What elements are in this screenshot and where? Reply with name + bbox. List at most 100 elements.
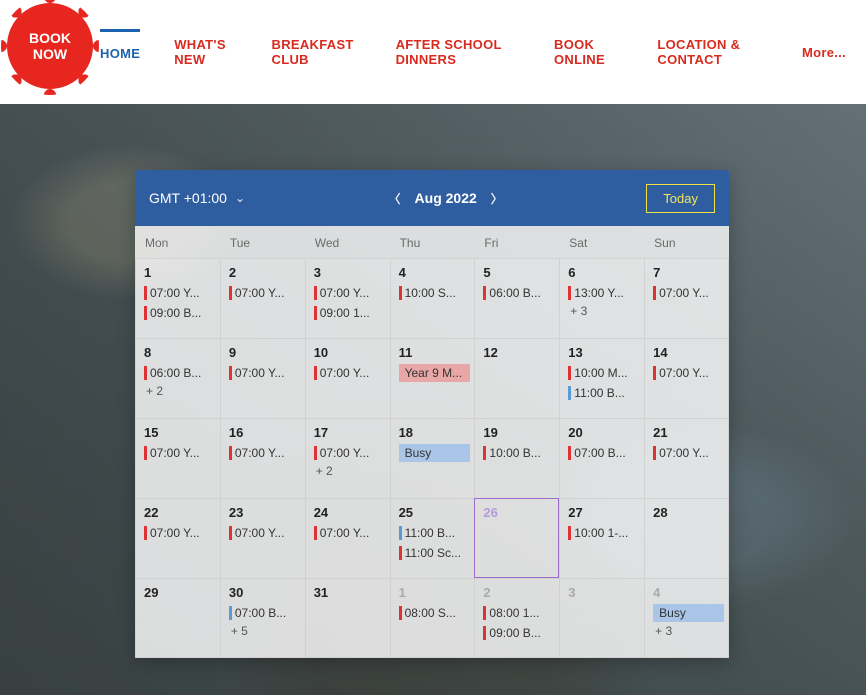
calendar-cell[interactable]: 2007:00 B...: [559, 418, 644, 498]
calendar-event[interactable]: 07:00 Y...: [314, 524, 386, 542]
today-button[interactable]: Today: [646, 184, 715, 213]
day-number: 11: [399, 345, 471, 360]
calendar-event[interactable]: 10:00 1-...: [568, 524, 640, 542]
calendar-cell[interactable]: 1707:00 Y...+ 2: [305, 418, 390, 498]
calendar-cell[interactable]: 24 07:00 Y...: [305, 498, 390, 578]
calendar-grid: 107:00 Y...09:00 B...207:00 Y...307:00 Y…: [135, 258, 729, 658]
prev-month-button[interactable]: 〈: [385, 186, 405, 211]
calendar-cell[interactable]: 3: [559, 578, 644, 658]
calendar-cell[interactable]: 1607:00 Y...: [220, 418, 305, 498]
calendar-header: GMT +01:00 ⌄ 〈 Aug 2022 〉 Today: [135, 170, 729, 226]
calendar-cell[interactable]: 26: [474, 498, 559, 578]
calendar-event[interactable]: 11:00 B...: [568, 384, 640, 402]
calendar-event[interactable]: 07:00 B...: [229, 604, 301, 622]
calendar-event[interactable]: 07:00 Y...: [653, 364, 724, 382]
calendar-event[interactable]: 11:00 B...: [399, 524, 471, 542]
calendar-event[interactable]: 07:00 Y...: [314, 364, 386, 382]
calendar-cell[interactable]: 1910:00 B...: [474, 418, 559, 498]
calendar-event[interactable]: 08:00 S...: [399, 604, 471, 622]
calendar-cell[interactable]: 12: [474, 338, 559, 418]
nav-book-online[interactable]: BOOK ONLINE: [554, 23, 623, 81]
calendar-event[interactable]: 07:00 Y...: [314, 444, 386, 462]
calendar-cell[interactable]: 31: [305, 578, 390, 658]
nav-location-contact[interactable]: LOCATION & CONTACT: [657, 23, 768, 81]
calendar-cell[interactable]: 28: [644, 498, 729, 578]
calendar-event[interactable]: 10:00 B...: [483, 444, 555, 462]
calendar-cell[interactable]: 4Busy+ 3: [644, 578, 729, 658]
calendar-event[interactable]: 06:00 B...: [483, 284, 555, 302]
calendar-cell[interactable]: 108:00 S...: [390, 578, 475, 658]
more-events-link[interactable]: + 2: [314, 464, 386, 478]
calendar-cell[interactable]: 307:00 Y...09:00 1...: [305, 258, 390, 338]
calendar-cell[interactable]: 613:00 Y...+ 3: [559, 258, 644, 338]
calendar-cell[interactable]: 3007:00 B...+ 5: [220, 578, 305, 658]
calendar-event[interactable]: 07:00 Y...: [144, 524, 216, 542]
calendar-event[interactable]: 07:00 Y...: [144, 284, 216, 302]
calendar-event[interactable]: 07:00 Y...: [653, 444, 724, 462]
day-number: 22: [144, 505, 216, 520]
calendar-cell[interactable]: 2107:00 Y...: [644, 418, 729, 498]
month-label: Aug 2022: [415, 190, 477, 206]
nav-breakfast-club[interactable]: BREAKFAST CLUB: [272, 23, 362, 81]
calendar-cell[interactable]: 907:00 Y...: [220, 338, 305, 418]
calendar-cell[interactable]: 107:00 Y...09:00 B...: [135, 258, 220, 338]
calendar-event[interactable]: Busy: [399, 444, 471, 462]
day-number: 14: [653, 345, 724, 360]
day-number: 25: [399, 505, 471, 520]
day-number: 23: [229, 505, 301, 520]
nav-more[interactable]: More...: [802, 31, 846, 74]
calendar-event[interactable]: 07:00 Y...: [229, 364, 301, 382]
calendar-event[interactable]: 09:00 B...: [144, 304, 216, 322]
calendar-event[interactable]: 10:00 M...: [568, 364, 640, 382]
next-month-button[interactable]: 〉: [487, 186, 507, 211]
calendar-cell[interactable]: 2710:00 1-...: [559, 498, 644, 578]
day-number: 3: [568, 585, 640, 600]
calendar-cell[interactable]: 506:00 B...: [474, 258, 559, 338]
calendar-event[interactable]: 07:00 Y...: [229, 524, 301, 542]
calendar-event[interactable]: 07:00 B...: [568, 444, 640, 462]
more-events-link[interactable]: + 5: [229, 624, 301, 638]
more-events-link[interactable]: + 3: [653, 624, 724, 638]
day-number: 15: [144, 425, 216, 440]
calendar-cell[interactable]: 29: [135, 578, 220, 658]
nav-whats-new[interactable]: WHAT'S NEW: [174, 23, 237, 81]
calendar-event[interactable]: 11:00 Sc...: [399, 544, 471, 562]
calendar-event[interactable]: 07:00 Y...: [653, 284, 724, 302]
more-events-link[interactable]: + 3: [568, 304, 640, 318]
calendar-cell[interactable]: 18Busy: [390, 418, 475, 498]
calendar-panel: GMT +01:00 ⌄ 〈 Aug 2022 〉 Today Mon Tue …: [135, 170, 729, 658]
calendar-event[interactable]: 07:00 Y...: [229, 444, 301, 462]
calendar-cell[interactable]: 10 07:00 Y...: [305, 338, 390, 418]
nav-after-school-dinners[interactable]: AFTER SCHOOL DINNERS: [396, 23, 520, 81]
calendar-cell[interactable]: 22 07:00 Y...: [135, 498, 220, 578]
calendar-cell[interactable]: 23 07:00 Y...: [220, 498, 305, 578]
book-now-badge[interactable]: BOOKNOW: [7, 3, 93, 89]
dow-tue: Tue: [220, 226, 305, 258]
calendar-cell[interactable]: 707:00 Y...: [644, 258, 729, 338]
calendar-cell[interactable]: 14 07:00 Y...: [644, 338, 729, 418]
calendar-event[interactable]: 07:00 Y...: [314, 284, 386, 302]
calendar-event[interactable]: 07:00 Y...: [229, 284, 301, 302]
calendar-event[interactable]: Busy: [653, 604, 724, 622]
calendar-event[interactable]: 10:00 S...: [399, 284, 471, 302]
calendar-cell[interactable]: 1310:00 M...11:00 B...: [559, 338, 644, 418]
calendar-event[interactable]: 13:00 Y...: [568, 284, 640, 302]
more-events-link[interactable]: + 2: [144, 384, 216, 398]
calendar-event[interactable]: Year 9 M...: [399, 364, 471, 382]
day-number: 10: [314, 345, 386, 360]
calendar-event[interactable]: 06:00 B...: [144, 364, 216, 382]
calendar-cell[interactable]: 15 07:00 Y...: [135, 418, 220, 498]
calendar-event[interactable]: 07:00 Y...: [144, 444, 216, 462]
calendar-event[interactable]: 09:00 1...: [314, 304, 386, 322]
calendar-event[interactable]: 09:00 B...: [483, 624, 555, 642]
calendar-cell[interactable]: 208:00 1...09:00 B...: [474, 578, 559, 658]
nav-home[interactable]: HOME: [100, 29, 140, 75]
calendar-cell[interactable]: 11 Year 9 M...: [390, 338, 475, 418]
calendar-event[interactable]: 08:00 1...: [483, 604, 555, 622]
calendar-cell[interactable]: 207:00 Y...: [220, 258, 305, 338]
timezone-selector[interactable]: GMT +01:00 ⌄: [149, 190, 245, 206]
calendar-cell[interactable]: 410:00 S...: [390, 258, 475, 338]
day-number: 24: [314, 505, 386, 520]
calendar-cell[interactable]: 25 11:00 B... 11:00 Sc...: [390, 498, 475, 578]
calendar-cell[interactable]: 806:00 B...+ 2: [135, 338, 220, 418]
